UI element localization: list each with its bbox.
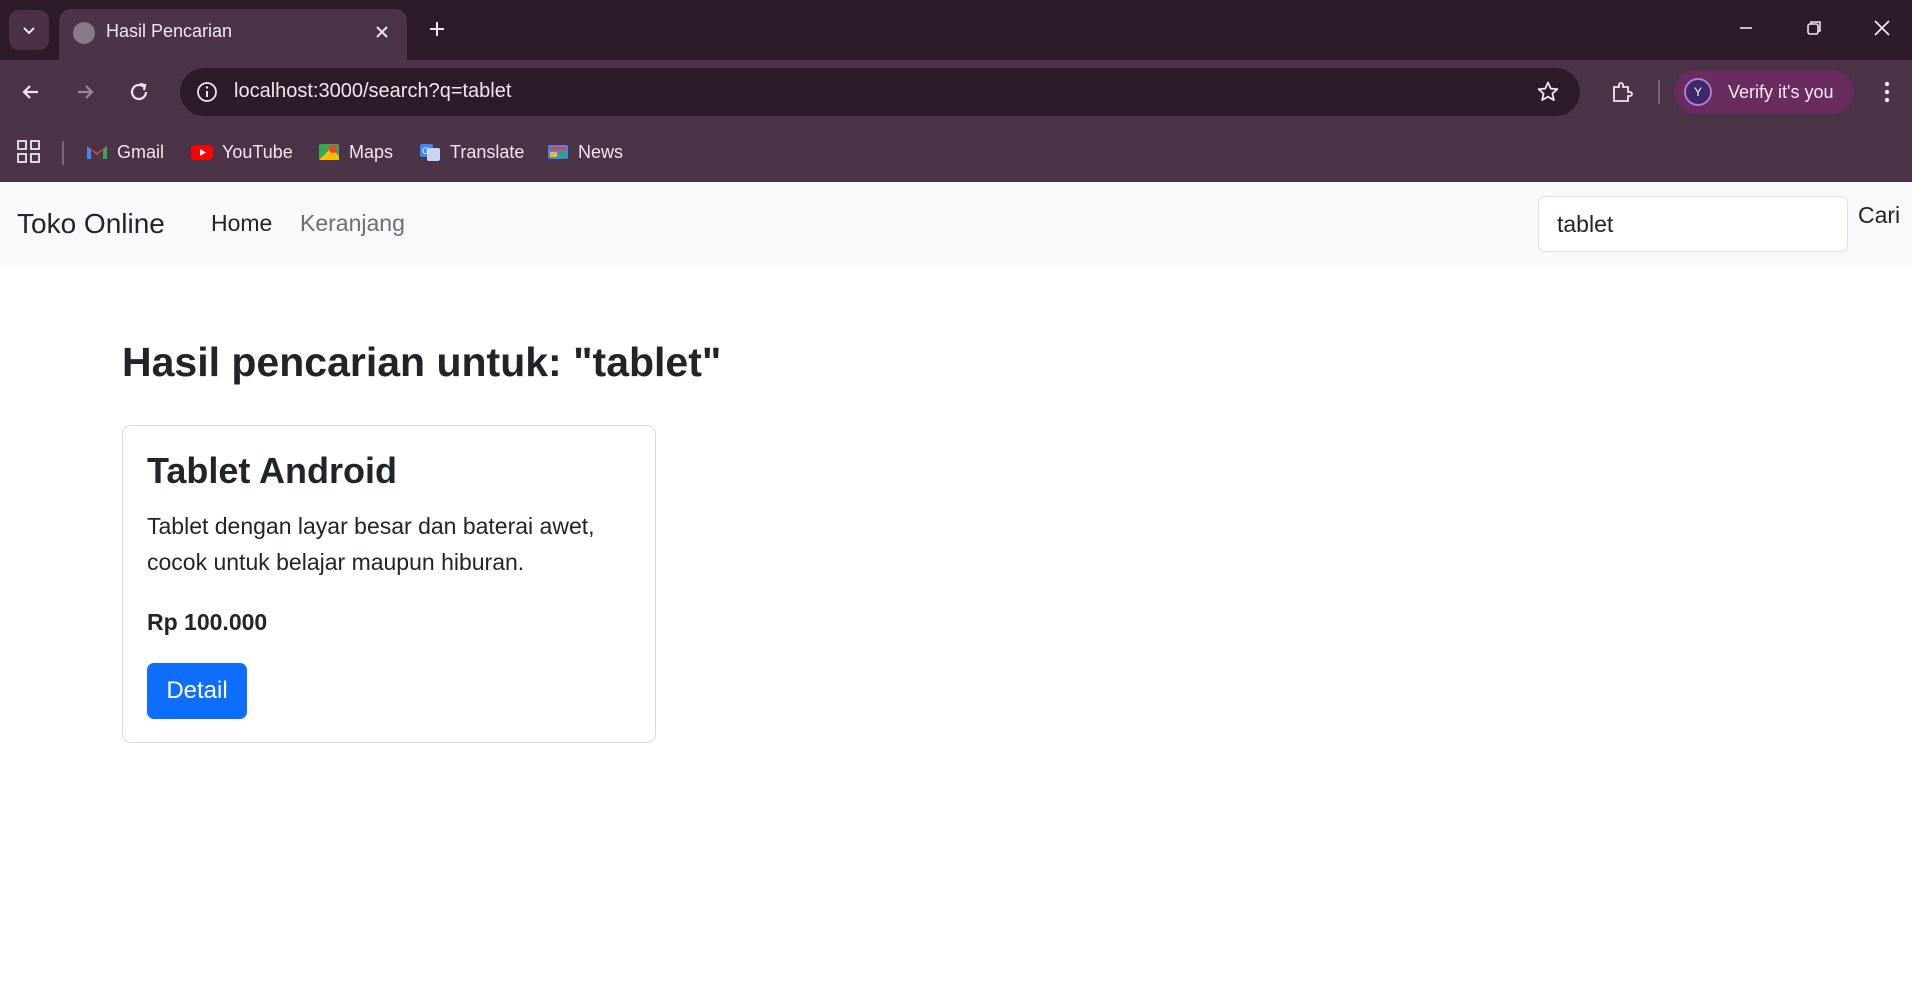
arrow-right-icon [78,85,94,99]
globe-icon [73,22,95,44]
restore-button[interactable] [1784,8,1844,48]
site-info-icon[interactable] [194,79,220,105]
reload-button[interactable] [120,73,158,111]
bookmarks-bar: Gmail YouTube Maps G Translate News [0,124,1912,182]
tab-search-button[interactable] [9,10,49,50]
site-navbar: Toko Online Home Keranjang Cari [0,182,1912,265]
youtube-icon [191,145,213,160]
bookmark-label: Gmail [117,141,165,162]
product-price: Rp 100.000 [147,609,268,635]
address-url: localhost:3000/search?q=tablet [234,80,512,102]
translate-icon: G [420,144,440,161]
chevron-down-icon [23,27,35,35]
puzzle-icon [1613,82,1633,102]
site-brand[interactable]: Toko Online [17,208,165,240]
profile-label: Verify it's you [1728,82,1834,102]
avatar: Y [1684,78,1712,106]
profile-chip[interactable]: Y Verify it's you [1674,70,1854,114]
extensions-button[interactable] [1603,73,1641,111]
address-bar[interactable]: localhost:3000/search?q=tablet [180,68,1580,116]
bookmark-translate[interactable]: G Translate [419,137,524,167]
product-description: Tablet dengan layar besar dan baterai aw… [147,513,595,575]
gmail-icon [87,146,107,159]
browser-tab[interactable]: Hasil Pencarian [59,9,407,60]
web-page: Toko Online Home Keranjang Cari Hasil pe… [0,182,1912,1003]
page-title: Hasil pencarian untuk: "tablet" [122,339,722,385]
minimize-icon [1740,27,1752,29]
bookmark-youtube[interactable]: YouTube [191,137,293,167]
bookmark-label: Maps [349,141,394,162]
plus-icon [430,22,444,36]
tab-title: Hasil Pencarian [106,21,233,41]
browser-tab-strip: Hasil Pencarian [0,0,1912,60]
more-vertical-icon [1884,81,1890,103]
svg-text:G: G [422,147,429,157]
bookmarks-divider [62,141,64,165]
bookmark-news[interactable]: News [547,137,623,167]
browser-toolbar: localhost:3000/search?q=tablet Y Verify … [0,60,1912,124]
arrow-left-icon [22,85,38,99]
bookmark-star-icon[interactable] [1534,78,1562,106]
toolbar-divider [1658,80,1660,104]
nav-link-home[interactable]: Home [211,210,272,237]
bookmark-label: News [578,141,624,162]
browser-menu-button[interactable] [1868,73,1906,111]
maps-icon [319,144,339,160]
search-input[interactable] [1538,196,1848,252]
new-tab-button[interactable] [420,12,454,46]
bookmark-label: YouTube [222,141,293,162]
tab-close-button[interactable] [369,19,395,45]
close-window-button[interactable] [1852,8,1912,48]
bookmark-gmail[interactable]: Gmail [86,137,164,167]
forward-button[interactable] [66,73,104,111]
bookmark-maps[interactable]: Maps [318,137,393,167]
nav-link-cart[interactable]: Keranjang [300,210,405,237]
close-icon [1874,20,1890,36]
apps-grid-icon[interactable] [16,139,42,165]
product-card: Tablet Android Tablet dengan layar besar… [122,425,656,743]
detail-button[interactable]: Detail [147,663,247,719]
back-button[interactable] [12,73,50,111]
news-icon [548,145,568,159]
minimize-button[interactable] [1716,8,1776,48]
product-title: Tablet Android [147,450,397,491]
search-button[interactable]: Cari [1858,202,1900,229]
bookmark-label: Translate [450,141,525,162]
restore-icon [1807,21,1821,35]
reload-icon [130,82,148,101]
close-icon [376,26,388,38]
